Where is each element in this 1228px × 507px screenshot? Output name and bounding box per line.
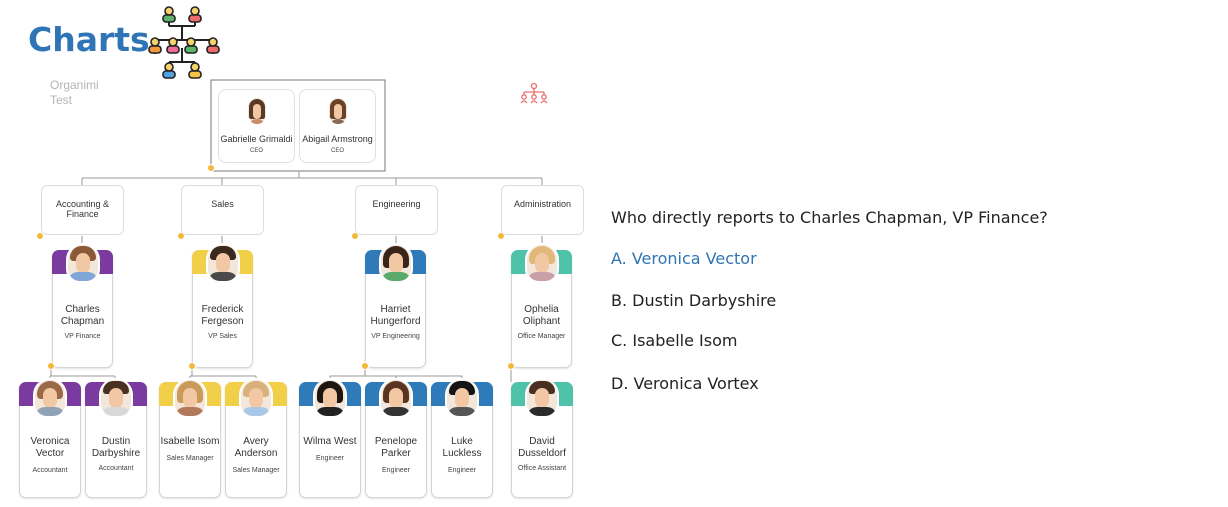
count-badge: [36, 232, 44, 240]
avatar: [205, 243, 240, 283]
person-role: VP Finance: [64, 333, 101, 340]
quiz-option-a[interactable]: A. Veronica Vector: [611, 249, 757, 268]
count-badge: [177, 232, 185, 240]
person-name-line2: Hungerford: [370, 316, 421, 327]
person-card-manager-sales[interactable]: Frederick Fergeson VP Sales: [192, 243, 253, 368]
person-role: CEO: [249, 148, 263, 154]
person-role: Accountant: [98, 465, 134, 472]
count-badge: [507, 362, 515, 370]
person-name-line2: Fergeson: [201, 316, 244, 327]
count-badge: [497, 232, 505, 240]
person-role: Office Assistant: [517, 465, 567, 472]
avatar: [33, 378, 67, 418]
avatar: [245, 96, 268, 126]
department-accounting[interactable]: Accounting & Finance: [41, 185, 124, 235]
quiz-option-b[interactable]: B. Dustin Darbyshire: [611, 291, 776, 310]
person-role: Engineer: [381, 467, 411, 474]
person-card-staff[interactable]: David Dusseldorf Office Assistant: [511, 378, 573, 498]
person-role: Office Manager: [517, 333, 566, 340]
person-role: Accountant: [32, 467, 68, 474]
count-badge: [361, 362, 369, 370]
person-card-staff[interactable]: Avery Anderson Sales Manager: [225, 378, 287, 498]
person-name-line1: Penelope Parker: [374, 436, 418, 459]
avatar: [239, 378, 273, 418]
avatar: [99, 378, 133, 418]
avatar: [445, 378, 479, 418]
avatar: [173, 378, 207, 418]
person-name-line1: Charles: [65, 304, 100, 315]
person-card-ceo-1[interactable]: Gabrielle Grimaldi CEO: [218, 89, 295, 163]
person-card-staff[interactable]: Veronica Vector Accountant: [19, 378, 81, 498]
person-name-line1: Ophelia Oliphant: [522, 304, 561, 327]
department-label: Engineering: [372, 199, 421, 209]
person-name-line1: Avery Anderson: [234, 436, 278, 459]
person-name-line1: Dustin: [101, 436, 131, 447]
department-label: Accounting & Finance: [55, 199, 110, 219]
person-name-line1: Veronica Vector: [30, 436, 70, 459]
quiz-option-c[interactable]: C. Isabelle Isom: [611, 331, 737, 350]
person-name-line2: Chapman: [60, 316, 105, 327]
person-name-line2: Darbyshire: [91, 448, 141, 459]
avatar: [378, 243, 413, 283]
department-label: Sales: [211, 199, 234, 209]
count-badge: [207, 164, 215, 172]
person-name-line2: Dusseldorf: [518, 448, 566, 459]
person-card-staff[interactable]: Luke Luckless Engineer: [431, 378, 493, 498]
person-card-staff[interactable]: Wilma West Engineer: [299, 378, 361, 498]
person-role: Engineer: [447, 467, 477, 474]
person-card-manager-administration[interactable]: Ophelia Oliphant Office Manager: [511, 243, 572, 368]
department-administration[interactable]: Administration: [501, 185, 584, 235]
person-role: Engineer: [315, 455, 345, 462]
count-badge: [351, 232, 359, 240]
avatar: [65, 243, 100, 283]
avatar: [313, 378, 347, 418]
avatar: [326, 96, 349, 126]
quiz-question: Who directly reports to Charles Chapman,…: [611, 208, 1048, 227]
person-role: CEO: [330, 148, 344, 154]
org-chart: Organimi Test Gabrielle Grimaldi CEO Abi…: [0, 0, 600, 507]
department-engineering[interactable]: Engineering: [355, 185, 438, 235]
person-card-staff[interactable]: Isabelle Isom Sales Manager: [159, 378, 221, 498]
person-card-staff[interactable]: Dustin Darbyshire Accountant: [85, 378, 147, 498]
avatar: [525, 378, 559, 418]
person-name-line1: Wilma West: [303, 436, 357, 447]
avatar: [379, 378, 413, 418]
person-name: Abigail Armstrong: [302, 134, 373, 144]
person-name-line1: Harriet: [380, 304, 411, 315]
person-card-staff[interactable]: Penelope Parker Engineer: [365, 378, 427, 498]
person-name-line1: Frederick: [201, 304, 244, 315]
person-name-line1: David: [529, 436, 555, 447]
quiz-option-d[interactable]: D. Veronica Vortex: [611, 374, 759, 393]
person-role: VP Engineering: [371, 333, 420, 340]
count-badge: [188, 362, 196, 370]
count-badge: [47, 362, 55, 370]
person-card-manager-finance[interactable]: Charles Chapman VP Finance: [52, 243, 113, 368]
department-sales[interactable]: Sales: [181, 185, 264, 235]
person-role: Sales Manager: [166, 455, 214, 462]
person-card-manager-engineering[interactable]: Harriet Hungerford VP Engineering: [365, 243, 426, 368]
department-label: Administration: [513, 199, 572, 209]
person-name: Gabrielle Grimaldi: [220, 134, 293, 144]
person-role: Sales Manager: [232, 467, 280, 474]
person-card-ceo-2[interactable]: Abigail Armstrong CEO: [299, 89, 376, 163]
person-name-line1: Luke Luckless: [442, 436, 482, 459]
person-name-line1: Isabelle Isom: [160, 436, 220, 447]
avatar: [524, 243, 559, 283]
person-role: VP Sales: [208, 333, 237, 340]
